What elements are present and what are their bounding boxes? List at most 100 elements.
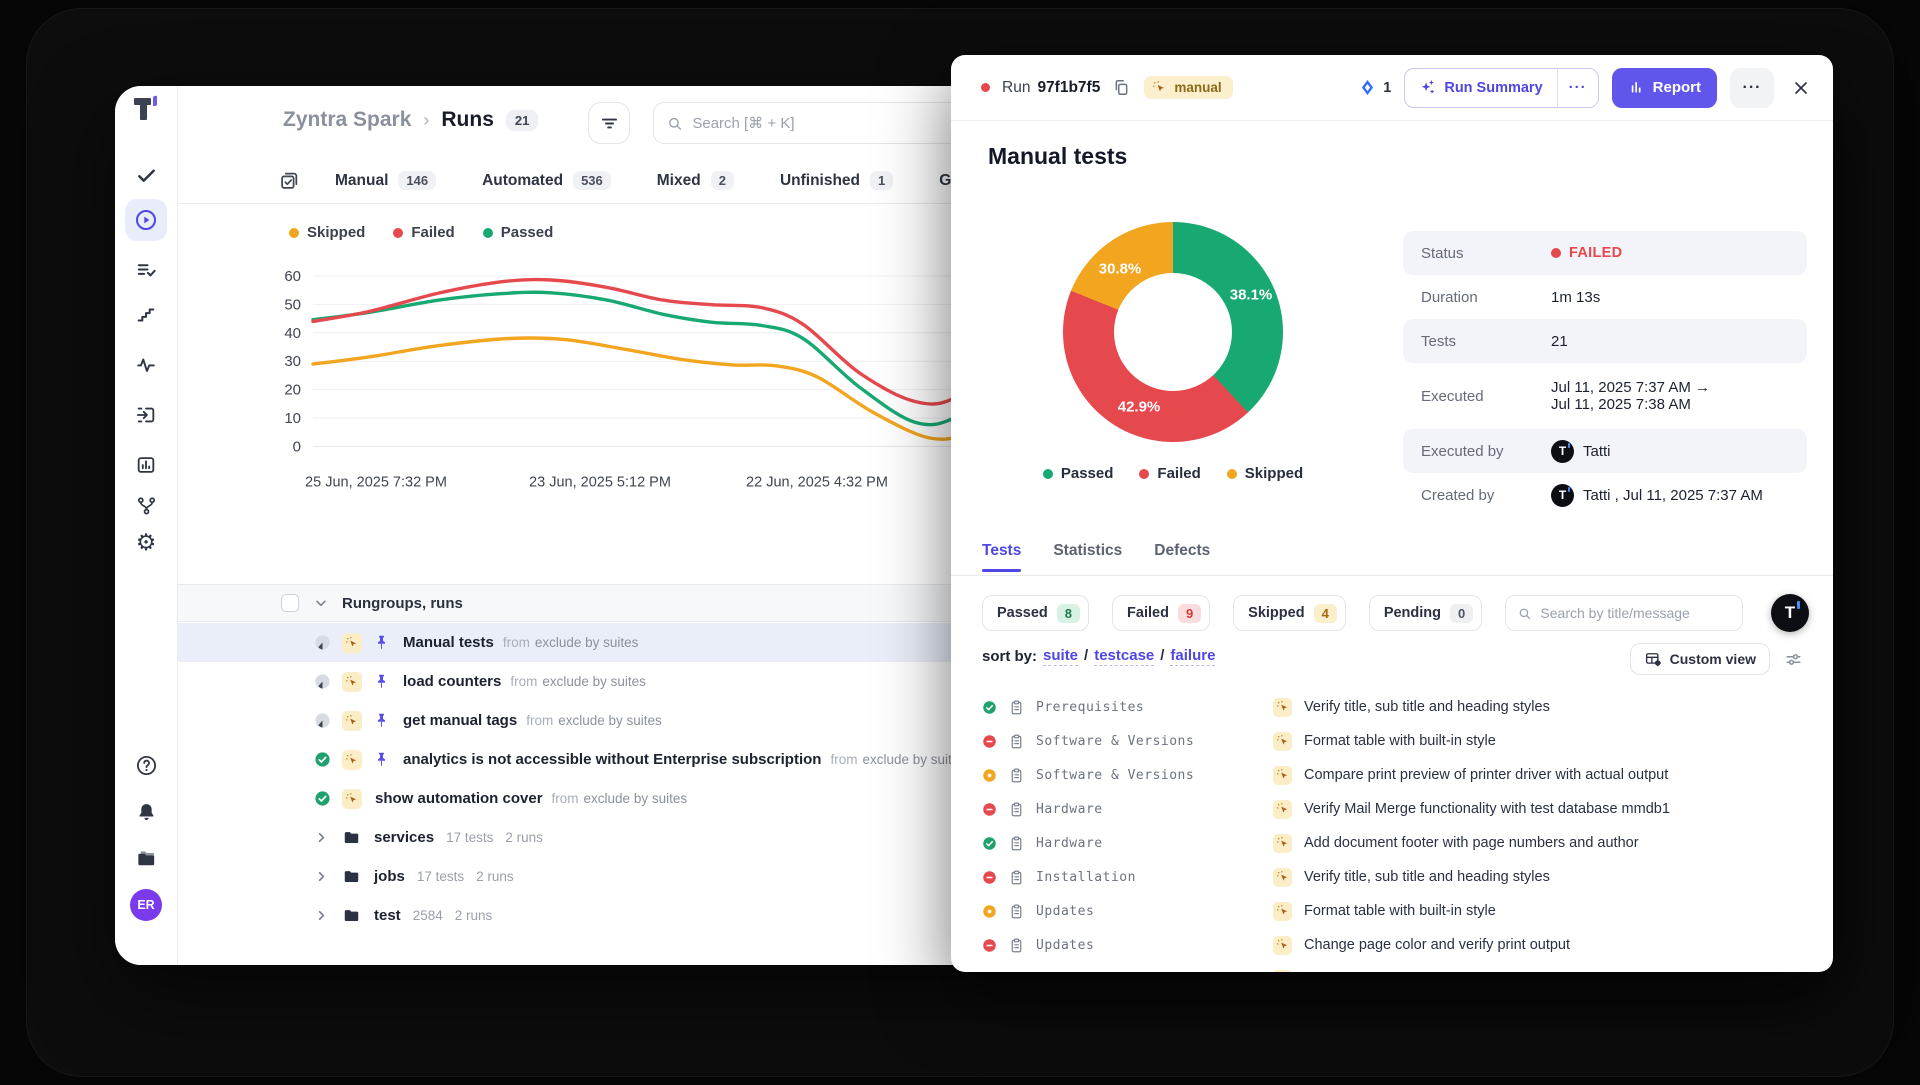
test-row[interactable]: UpdatesChange page color and verify prin… bbox=[951, 928, 1833, 962]
suite-name: Updates bbox=[1036, 938, 1254, 953]
manual-badge: manual bbox=[1144, 76, 1232, 99]
test-row[interactable] bbox=[951, 962, 1833, 972]
plans-list-check-icon[interactable] bbox=[134, 258, 158, 282]
filter-chip-skipped[interactable]: Skipped4 bbox=[1233, 595, 1346, 631]
panel-tab-statistics[interactable]: Statistics bbox=[1053, 542, 1122, 572]
user-avatar[interactable]: ER bbox=[130, 889, 162, 921]
tab-manual[interactable]: Manual146 bbox=[335, 171, 436, 190]
import-icon[interactable] bbox=[134, 403, 158, 427]
breadcrumb-project[interactable]: Zyntra Spark bbox=[283, 108, 411, 132]
test-row[interactable]: PrerequisitesVerify title, sub title and… bbox=[951, 690, 1833, 724]
sort-link-failure[interactable]: failure bbox=[1170, 647, 1215, 666]
tests-list: PrerequisitesVerify title, sub title and… bbox=[951, 690, 1833, 972]
sort-label: sort by: bbox=[982, 648, 1037, 665]
assistant-t-badge[interactable]: T bbox=[1771, 594, 1809, 632]
folder-runs-count: 2 runs bbox=[476, 869, 514, 884]
notifications-bell-icon[interactable] bbox=[134, 800, 158, 824]
table-gear-icon bbox=[1644, 650, 1662, 668]
branches-icon[interactable] bbox=[134, 493, 158, 517]
tab-count: 536 bbox=[573, 171, 611, 190]
run-title: Manual tests bbox=[988, 143, 1127, 170]
run-details-panel: Run 97f1b7f5 manual 1 Run Summary ··· Re… bbox=[951, 55, 1833, 972]
more-actions-button[interactable]: ··· bbox=[1730, 68, 1774, 108]
detail-label: Created by bbox=[1421, 487, 1551, 504]
report-button[interactable]: Report bbox=[1612, 68, 1717, 108]
manual-test-icon bbox=[1273, 936, 1292, 955]
suite-clipboard-icon bbox=[1008, 971, 1025, 973]
filter-chip-passed[interactable]: Passed8 bbox=[982, 595, 1089, 631]
select-all-icon[interactable] bbox=[278, 170, 300, 192]
page-title: Runs bbox=[441, 108, 494, 132]
custom-view-button[interactable]: Custom view bbox=[1630, 643, 1770, 675]
detail-value: 21 bbox=[1551, 333, 1568, 350]
copy-icon[interactable] bbox=[1112, 78, 1132, 98]
chevron-right-icon[interactable] bbox=[314, 830, 329, 845]
tests-search[interactable] bbox=[1505, 595, 1743, 631]
tab-count: 2 bbox=[711, 171, 734, 190]
manual-test-icon bbox=[1273, 800, 1292, 819]
test-row[interactable]: Software & VersionsFormat table with bui… bbox=[951, 724, 1833, 758]
app-logo[interactable] bbox=[132, 96, 160, 124]
donut-legend-passed[interactable]: Passed bbox=[1043, 465, 1114, 482]
test-row[interactable]: InstallationVerify title, sub title and … bbox=[951, 860, 1833, 894]
manual-run-icon bbox=[342, 789, 362, 809]
manual-cursor-icon bbox=[1152, 80, 1167, 95]
sort-link-suite[interactable]: suite bbox=[1043, 647, 1078, 666]
search-input[interactable] bbox=[692, 115, 972, 132]
run-summary-button[interactable]: Run Summary ··· bbox=[1404, 68, 1598, 108]
test-row[interactable]: Software & VersionsCompare print preview… bbox=[951, 758, 1833, 792]
select-all-checkbox[interactable] bbox=[281, 594, 299, 612]
runs-trend-chart: 605040302010025 Jun, 2025 7:32 PM23 Jun,… bbox=[258, 262, 1038, 510]
global-search[interactable] bbox=[653, 102, 985, 144]
svg-text:22 Jun, 2025 4:32 PM: 22 Jun, 2025 4:32 PM bbox=[746, 474, 888, 490]
donut-legend-skipped[interactable]: Skipped bbox=[1227, 465, 1303, 482]
filter-chip-pending[interactable]: Pending0 bbox=[1369, 595, 1482, 631]
analytics-activity-icon[interactable] bbox=[134, 353, 158, 377]
reports-bar-chart-icon[interactable] bbox=[134, 453, 158, 477]
suite-clipboard-icon bbox=[1008, 699, 1025, 716]
svg-text:23 Jun, 2025 5:12 PM: 23 Jun, 2025 5:12 PM bbox=[529, 474, 671, 490]
test-row[interactable]: UpdatesFormat table with built-in style bbox=[951, 894, 1833, 928]
chevron-down-icon[interactable] bbox=[313, 595, 329, 611]
run-status-icon-passed bbox=[314, 751, 331, 768]
detail-row-tests: Tests21 bbox=[1403, 319, 1807, 363]
legend-item-failed[interactable]: Failed bbox=[393, 224, 454, 241]
test-status-icon-failed bbox=[982, 938, 997, 953]
test-row[interactable]: HardwareAdd document footer with page nu… bbox=[951, 826, 1833, 860]
milestones-stairs-icon[interactable] bbox=[134, 303, 158, 327]
folder-icon bbox=[342, 828, 361, 847]
chevron-right-icon[interactable] bbox=[314, 908, 329, 923]
settings-gear-icon[interactable]: ⚙ bbox=[134, 530, 158, 554]
donut-legend-failed[interactable]: Failed bbox=[1139, 465, 1200, 482]
chevron-right-icon[interactable] bbox=[314, 869, 329, 884]
runs-play-circle-icon[interactable] bbox=[134, 208, 158, 232]
close-icon[interactable] bbox=[1791, 78, 1811, 98]
run-summary-more-button[interactable]: ··· bbox=[1557, 69, 1598, 107]
version-indicator[interactable]: 1 bbox=[1358, 78, 1391, 97]
folder-name: jobs bbox=[374, 868, 405, 885]
legend-item-passed[interactable]: Passed bbox=[483, 224, 554, 241]
panel-tab-tests[interactable]: Tests bbox=[982, 542, 1021, 572]
sort-link-testcase[interactable]: testcase bbox=[1094, 647, 1154, 666]
filter-button[interactable] bbox=[588, 102, 630, 144]
sparkles-icon bbox=[1419, 79, 1436, 96]
projects-folders-icon[interactable] bbox=[134, 846, 158, 870]
tab-automated[interactable]: Automated536 bbox=[482, 171, 611, 190]
run-from-label: from bbox=[830, 752, 857, 767]
folder-tests-count: 17 tests bbox=[417, 869, 464, 884]
panel-tab-defects[interactable]: Defects bbox=[1154, 542, 1210, 572]
help-icon[interactable] bbox=[134, 753, 158, 777]
tests-check-icon[interactable] bbox=[134, 163, 158, 187]
test-row[interactable]: HardwareVerify Mail Merge functionality … bbox=[951, 792, 1833, 826]
legend-item-skipped[interactable]: Skipped bbox=[289, 224, 365, 241]
manual-run-icon bbox=[342, 750, 362, 770]
view-settings-sliders-icon[interactable] bbox=[1784, 650, 1803, 669]
manual-test-icon bbox=[1273, 732, 1292, 751]
breadcrumb-separator: › bbox=[423, 110, 429, 131]
tests-search-input[interactable] bbox=[1540, 605, 1731, 621]
filter-chip-failed[interactable]: Failed9 bbox=[1112, 595, 1210, 631]
tab-mixed[interactable]: Mixed2 bbox=[657, 171, 734, 190]
svg-text:30: 30 bbox=[284, 353, 301, 370]
tab-unfinished[interactable]: Unfinished1 bbox=[780, 171, 893, 190]
detail-row-executed: ExecutedJul 11, 2025 7:37 AM →Jul 11, 20… bbox=[1403, 363, 1807, 429]
